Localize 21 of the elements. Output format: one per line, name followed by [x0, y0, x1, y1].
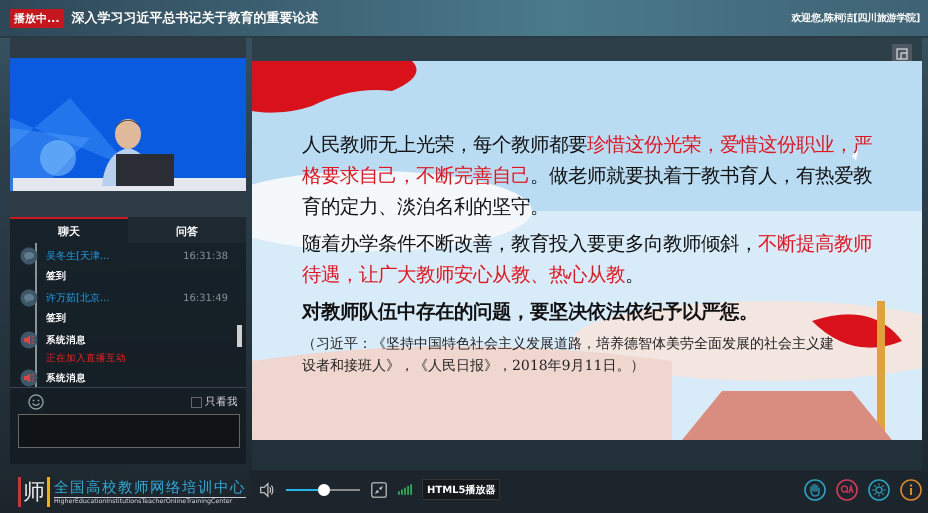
sender-name: 吴冬生[天津...: [46, 250, 110, 263]
message-time: 16:31:49: [183, 292, 228, 304]
message-time: 16:31:38: [183, 250, 228, 262]
logo-mark: 师: [18, 476, 50, 506]
system-message-title: 系统消息: [46, 372, 86, 384]
slide-paragraph: 随着办学条件不断改善，教育投入要更多向教师倾斜，不断提高教师待遇，让广大教师安心从教、热心从教。: [302, 231, 873, 288]
logo-title: 全国高校教师网络培训中心: [54, 478, 246, 497]
message-text: 签到: [46, 312, 67, 325]
welcome-text: 欢迎您,陈柯洁[四川旅游学院]: [792, 11, 920, 25]
message-text: 签到: [46, 270, 67, 283]
live-status-badge: 播放中...: [10, 8, 64, 28]
system-message-text: 正在加入直播互动: [46, 352, 127, 365]
course-title: 深入学习习近平总书记关于教育的重要论述: [72, 10, 320, 27]
sender-name: 许万茹[北京...: [46, 292, 110, 305]
slide-paragraph: 对教师队伍中存在的问题，要坚决依法依纪予以严惩。: [302, 299, 759, 325]
chat-tab[interactable]: 问答: [128, 217, 246, 243]
system-message-title: 系统消息: [46, 334, 86, 346]
slide-paragraph: 人民教师无上光荣，每个教师都要珍惜这份光荣，爱惜这份职业，严格要求自己，不断完善自己。做老师就要执着于教书育人，有热爱教育的定力、淡泊名利的坚守。: [302, 132, 873, 220]
slide-paragraph: （习近平：《坚持中国特色社会主义发展道路，培养德智体美劳全面发展的社会主义建设者和接班人》，《人民日报》，2018年9月11日。）: [302, 335, 835, 376]
html5-player-button[interactable]: HTML5播放器: [422, 479, 500, 500]
only-me-label: 只看我: [205, 395, 238, 409]
